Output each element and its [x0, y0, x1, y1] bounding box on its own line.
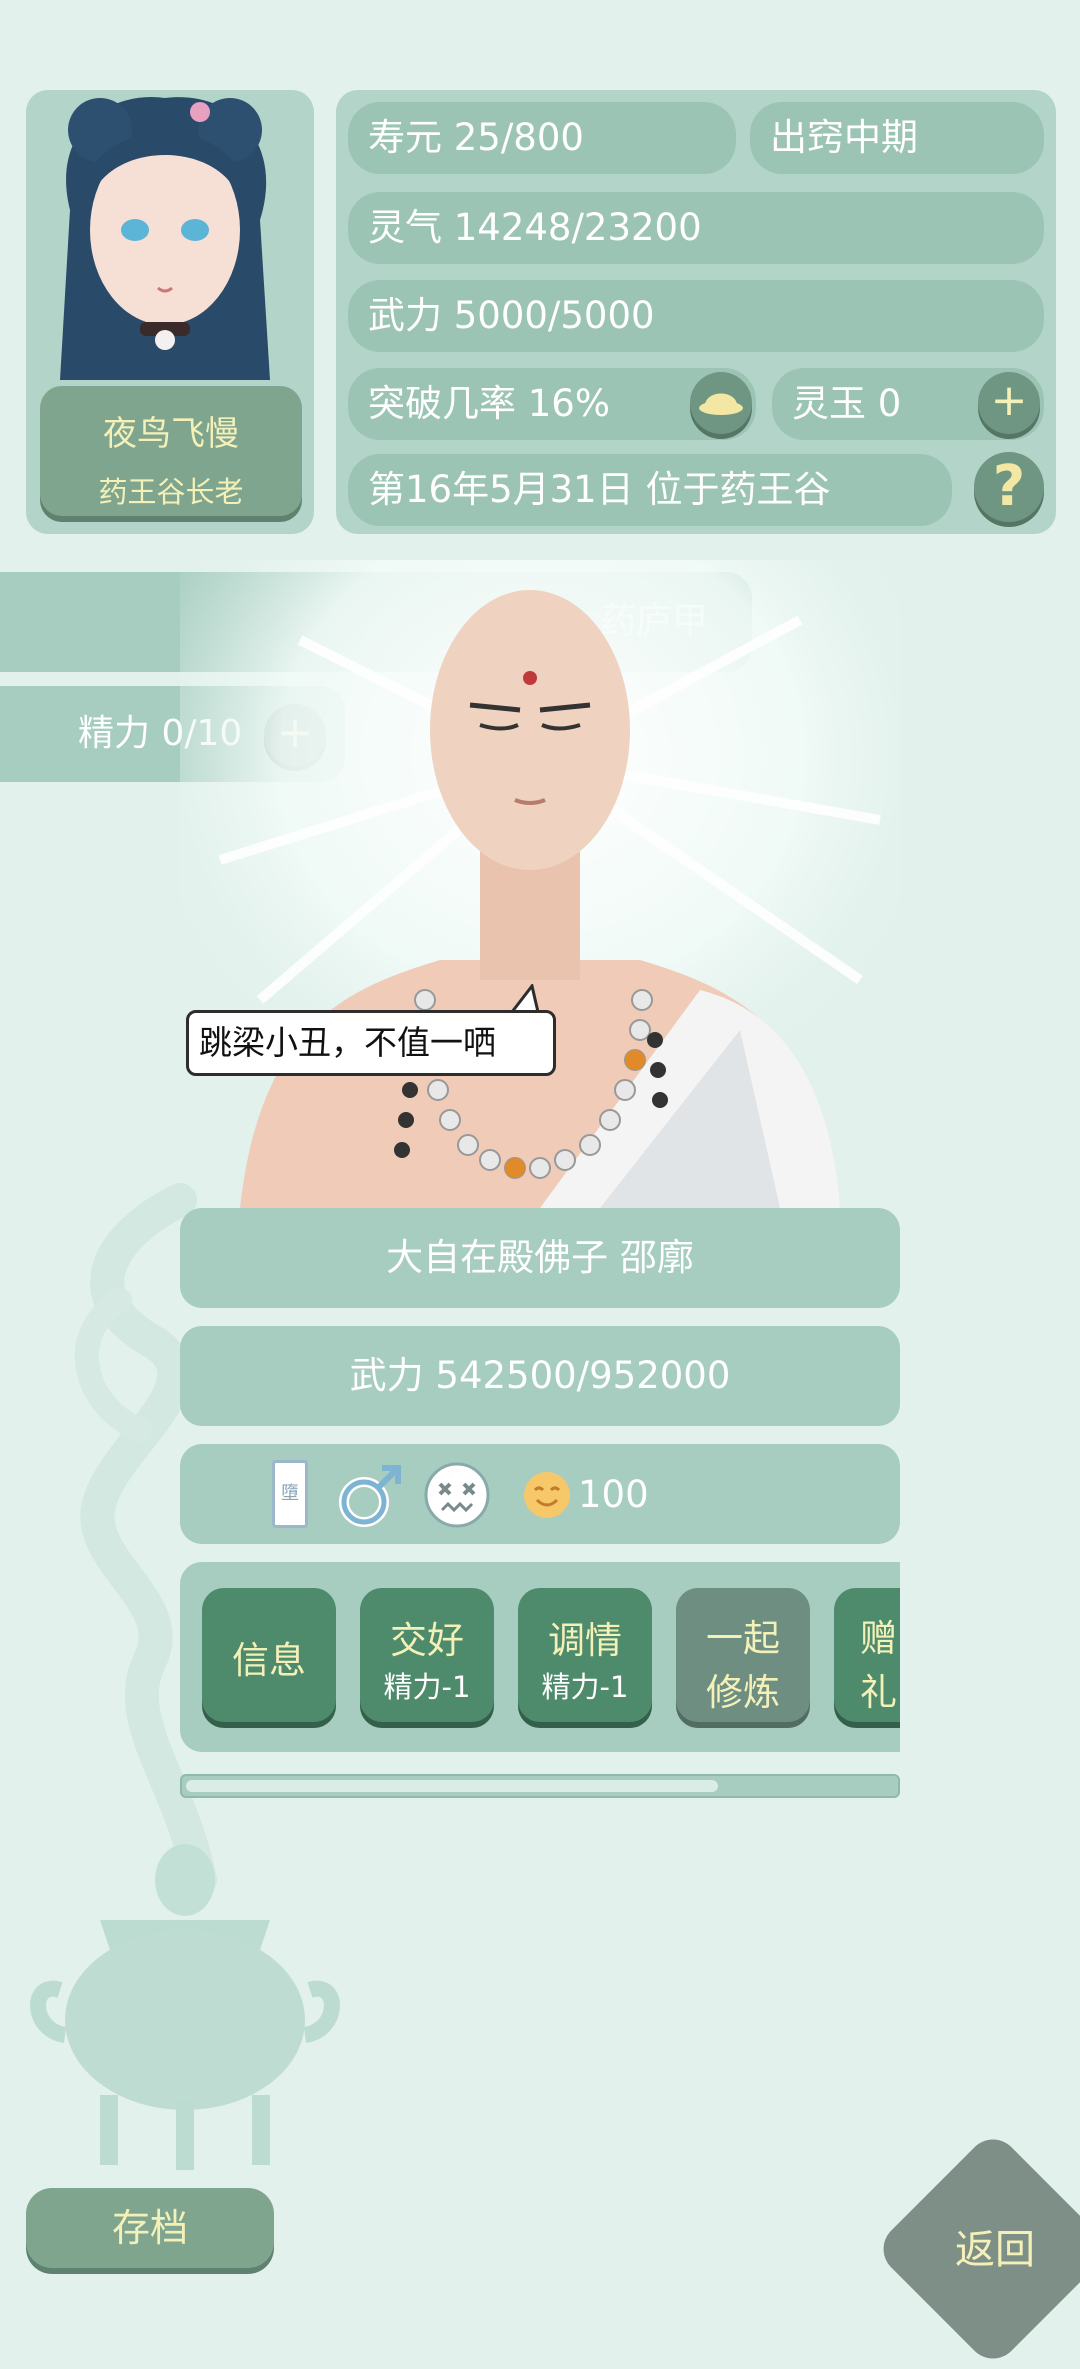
train-together-label-2: 修炼 — [706, 1671, 780, 1714]
flirt-cost: 精力-1 — [541, 1670, 629, 1704]
lotus-icon — [699, 393, 743, 415]
train-together-label-1: 一起 — [706, 1617, 780, 1660]
info-button-label: 信息 — [232, 1639, 306, 1682]
player-name: 夜鸟飞慢 — [103, 414, 239, 454]
date-location: 第16年5月31日 位于药王谷 — [348, 454, 952, 526]
befriend-cost: 精力-1 — [383, 1670, 471, 1704]
player-name-plate[interactable]: 夜鸟飞慢 药王谷长老 — [40, 386, 302, 516]
breakthrough-button[interactable] — [690, 372, 752, 434]
npc-portrait — [180, 560, 900, 1208]
player-portrait[interactable] — [40, 90, 290, 380]
gift-label-1: 赠 — [860, 1617, 897, 1660]
male-gender-icon[interactable] — [336, 1460, 406, 1530]
npc-identity: 大自在殿佛子 邵廓 — [180, 1208, 900, 1308]
realm-stat: 出窍中期 — [750, 102, 1044, 174]
incense-burner-decoration — [30, 1844, 340, 2170]
gift-button[interactable]: 赠 礼 — [834, 1588, 900, 1722]
lifespan-stat: 寿元 25/800 — [348, 102, 736, 174]
favor-value: 100 — [578, 1473, 649, 1516]
help-button[interactable]: ? — [974, 452, 1044, 522]
befriend-button[interactable]: 交好 精力-1 — [360, 1588, 494, 1722]
power-stat: 武力 5000/5000 — [348, 280, 1044, 352]
train-together-button[interactable]: 一起 修炼 — [676, 1588, 810, 1722]
befriend-button-label: 交好 — [390, 1619, 464, 1662]
npc-speech-bubble: 跳梁小丑，不值一哂 — [186, 1010, 556, 1076]
dizzy-face-icon[interactable] — [422, 1460, 492, 1530]
favor-smile-icon — [524, 1472, 570, 1518]
info-button[interactable]: 信息 — [202, 1588, 336, 1722]
flirt-button-label: 调情 — [548, 1619, 622, 1662]
flirt-button[interactable]: 调情 精力-1 — [518, 1588, 652, 1722]
add-jade-button[interactable]: + — [978, 372, 1040, 434]
gift-label-2: 礼 — [860, 1671, 897, 1714]
player-title: 药王谷长老 — [98, 475, 244, 509]
save-button[interactable]: 存档 — [26, 2188, 274, 2268]
card-icon[interactable]: 墮 — [272, 1460, 308, 1528]
card-icon-text: 墮 — [281, 1483, 299, 1504]
npc-actions-panel: 信息 交好 精力-1 调情 精力-1 一起 修炼 赠 礼 — [180, 1562, 900, 1752]
npc-power: 武力 542500/952000 — [180, 1326, 900, 1426]
qi-stat: 灵气 14248/23200 — [348, 192, 1044, 264]
actions-scrollbar-thumb[interactable] — [186, 1780, 718, 1792]
back-button[interactable]: 返回 — [930, 2220, 1060, 2280]
